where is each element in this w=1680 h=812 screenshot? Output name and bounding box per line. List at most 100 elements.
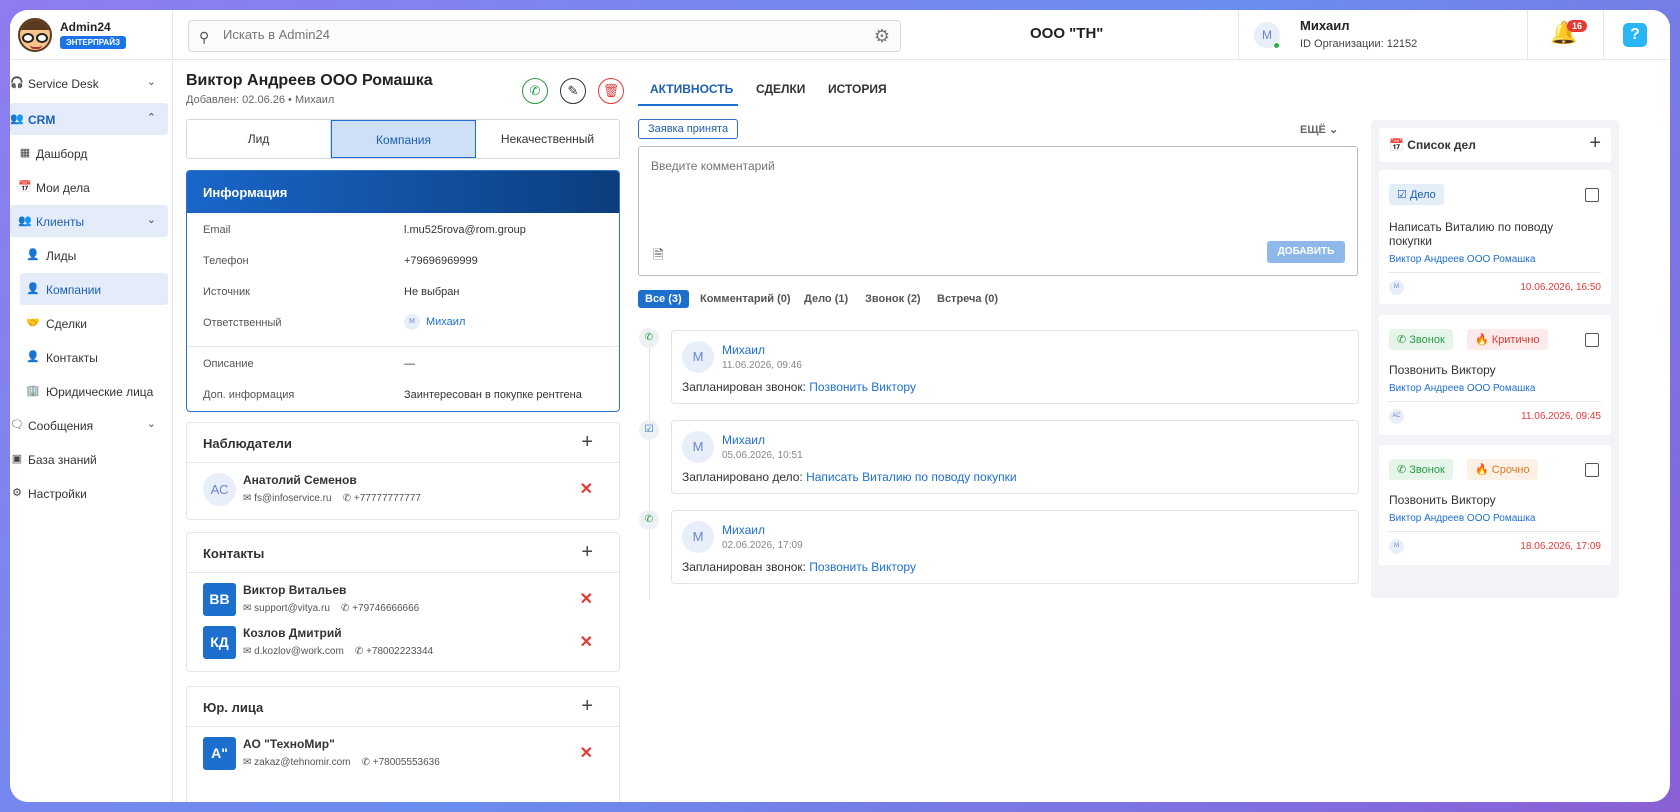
avatar: M [682,341,714,373]
page-title: Виктор Андреев ООО Ромашка [186,72,433,89]
sidebar-item-deals[interactable]: 🤝 Сделки [10,307,168,339]
segment-lead[interactable]: Лид [187,120,331,158]
activity-link[interactable]: Позвонить Виктору [809,560,916,574]
delete-button[interactable]: 🗑 [598,78,624,104]
person-email[interactable]: d.kozlov@work.com [254,646,344,657]
todo-link[interactable]: Виктор Андреев ООО Ромашка [1389,383,1535,394]
add-contact-button[interactable]: + [581,541,593,564]
tab-deals[interactable]: СДЕЛКИ [756,82,805,96]
add-comment-button[interactable]: ДОБАВИТЬ [1267,241,1345,263]
user-menu[interactable]: M Михаил ID Организации: 12152 [1238,10,1528,60]
observers-title: Наблюдатели [203,436,292,451]
help-icon[interactable]: ? [1623,23,1647,47]
info-value-email[interactable]: l.mu525rova@rom.group [404,224,526,236]
person-phone[interactable]: +77777777777 [354,493,421,504]
person-phone[interactable]: +79746666666 [352,603,419,614]
comment-input[interactable] [651,159,1341,229]
segment-unqualified[interactable]: Некачественный [476,120,619,158]
sidebar-item-label: Лиды [46,249,77,263]
sidebar-item-companies[interactable]: 👤 Компании [20,273,168,305]
segment-company[interactable]: Компания [331,120,476,158]
mail-icon: ✉ [243,757,252,768]
status-chip[interactable]: Заявка принята [638,119,739,139]
sidebar-item-legal-entities[interactable]: 🏢 Юридические лица [10,375,168,407]
todo-card[interactable]: ☑ Дело Написать Виталию по поводу покупк… [1379,170,1611,304]
todo-card[interactable]: ✆ Звонок 🔥 Срочно Позвонить Виктору Викт… [1379,445,1611,565]
sidebar-item-messages[interactable]: 🗨 Сообщения ⌄ [10,409,168,441]
activity-card: M Михаил 05.06.2026, 10:51 Запланировано… [671,420,1359,494]
person-email[interactable]: zakaz@tehnomir.com [254,757,350,768]
info-value-description[interactable]: — [404,358,415,370]
responsible-name[interactable]: Михаил [426,316,465,328]
filter-meetings[interactable]: Встреча (0) [937,293,998,305]
filter-tasks[interactable]: Дело (1) [804,293,848,305]
remove-observer-button[interactable]: ✕ [580,479,593,499]
filter-all[interactable]: Все (3) [638,290,689,308]
gear-icon[interactable]: ⚙ [874,26,890,47]
tab-activity[interactable]: АКТИВНОСТЬ [650,82,733,96]
info-card: Информация Email l.mu525rova@rom.group Т… [186,170,620,412]
todo-checkbox[interactable] [1585,463,1599,477]
remove-legal-entity-button[interactable]: ✕ [580,743,593,763]
remove-contact-button[interactable]: ✕ [580,589,593,609]
add-observer-button[interactable]: + [581,431,593,454]
person-name[interactable]: Виктор Витальев [243,583,346,597]
sidebar-item-my-tasks[interactable]: 📅 Мои дела [10,171,168,203]
todo-title-text: Список дел [1407,138,1476,152]
activity-author[interactable]: Михаил [722,433,765,447]
tab-history[interactable]: ИСТОРИЯ [828,82,887,96]
todo-due-date: 10.06.2026, 16:50 [1520,282,1601,293]
search-box[interactable]: ⚲ ⚙ [188,20,901,52]
chevron-down-icon: ⌄ [1328,124,1339,136]
person-name[interactable]: Козлов Дмитрий [243,626,342,640]
attach-file-icon[interactable]: 🗎 [653,246,663,268]
filter-comments[interactable]: Комментарий (0) [700,293,791,305]
sidebar-item-settings[interactable]: ⚙ Настройки [10,477,168,509]
info-value-source[interactable]: Не выбран [404,286,459,298]
activity-author[interactable]: Михаил [722,523,765,537]
info-label-extra: Доп. информация [203,389,295,401]
sidebar-item-crm[interactable]: 👥 CRM ⌃ [10,103,168,135]
todo-link[interactable]: Виктор Андреев ООО Ромашка [1389,254,1535,265]
person-email[interactable]: fs@infoservice.ru [254,493,331,504]
logo-area[interactable]: Admin24 ЭНТЕРПРАЙЗ [10,10,173,60]
sidebar-item-dashboard[interactable]: ▦ Дашборд [10,137,168,169]
todo-link[interactable]: Виктор Андреев ООО Ромашка [1389,513,1535,524]
todo-card[interactable]: ✆ Звонок 🔥 Критично Позвонить Виктору Ви… [1379,315,1611,435]
sidebar-item-label: Сообщения [28,419,94,433]
chevron-down-icon: ⌄ [146,214,156,226]
person-phone[interactable]: +78005553636 [373,757,440,768]
edit-button[interactable]: ✎ [560,78,586,104]
handshake-icon: 🤝 [26,317,40,329]
person-email[interactable]: support@vitya.ru [254,603,330,614]
info-value-extra[interactable]: Заинтересован в покупке рентгена [404,389,582,401]
chip-label: Звонок [1409,334,1445,346]
sidebar-item-leads[interactable]: 👤 Лиды [10,239,168,271]
remove-contact-button[interactable]: ✕ [580,632,593,652]
sidebar-item-clients[interactable]: 👥 Клиенты ⌄ [10,205,168,237]
avatar: А" [203,737,236,770]
add-legal-entity-button[interactable]: + [581,695,593,718]
activity-link[interactable]: Позвонить Виктору [809,380,916,394]
todo-checkbox[interactable] [1585,333,1599,347]
search-input[interactable] [223,27,823,42]
person-phone[interactable]: +78002223344 [366,646,433,657]
sidebar-item-service-desk[interactable]: 🎧 Service Desk ⌄ [10,67,168,99]
sidebar-item-knowledge-base[interactable]: ▣ База знаний [10,443,168,475]
person-name[interactable]: Анатолий Семенов [243,473,357,487]
more-dropdown[interactable]: ЕЩЁ ⌄ [1300,123,1338,136]
todo-checkbox[interactable] [1585,188,1599,202]
sidebar-item-label: Service Desk [28,77,99,91]
activity-author[interactable]: Михаил [722,343,765,357]
task-icon: ☑ [639,420,659,440]
info-value-phone[interactable]: +79696969999 [404,255,478,267]
add-todo-button[interactable]: + [1589,132,1601,155]
call-button[interactable]: ✆ [522,78,548,104]
person-name[interactable]: АО "ТехноМир" [243,737,335,751]
activity-link[interactable]: Написать Виталию по поводу покупки [806,470,1017,484]
person-add-icon: 👤 [26,283,40,295]
info-value-responsible[interactable]: M Михаил [404,314,465,330]
sidebar-item-contacts[interactable]: 👤 Контакты [10,341,168,373]
observers-panel: Наблюдатели + АС Анатолий Семенов ✉ fs@i… [186,422,620,520]
filter-calls[interactable]: Звонок (2) [865,293,921,305]
